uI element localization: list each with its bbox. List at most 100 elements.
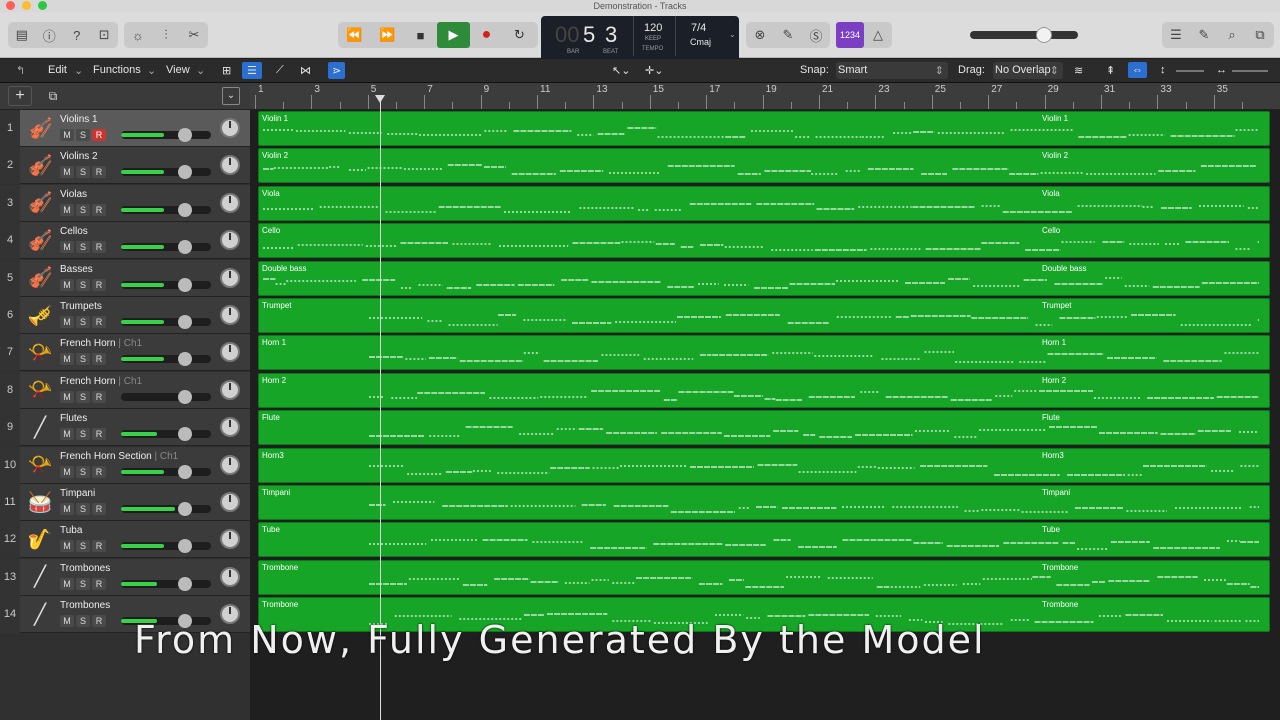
midi-region[interactable]: Tube Tube	[258, 522, 1270, 558]
mute-button[interactable]: M	[60, 353, 74, 366]
browser-icon[interactable]: ⧉	[1246, 22, 1274, 48]
solo-button[interactable]: S	[76, 428, 90, 441]
master-volume-knob[interactable]	[1036, 27, 1052, 43]
record-enable-button[interactable]: R	[92, 615, 106, 628]
track-header-row[interactable]: 10 📯 French Horn Section | Ch1 M S R	[0, 446, 250, 484]
midi-region[interactable]: Violin 2 Violin 2	[258, 148, 1270, 184]
volume-knob[interactable]	[178, 202, 192, 217]
mute-button[interactable]: M	[60, 428, 74, 441]
midi-region[interactable]: Horn3 Horn3	[258, 447, 1270, 483]
mute-button[interactable]: M	[60, 577, 74, 590]
stop-icon[interactable]: ■	[404, 22, 437, 48]
pan-knob[interactable]	[220, 342, 240, 363]
mute-button[interactable]: M	[60, 203, 74, 216]
pan-knob[interactable]	[220, 305, 240, 325]
volume-knob[interactable]	[178, 315, 192, 329]
volume-knob[interactable]	[178, 427, 192, 442]
volume-slider[interactable]	[121, 464, 211, 479]
volume-slider[interactable]	[121, 277, 211, 292]
track-header-row[interactable]: 6 🎺 Trumpets M S R	[0, 297, 250, 334]
edit-menu[interactable]: Edit	[48, 64, 67, 76]
record-enable-button[interactable]: R	[92, 503, 106, 515]
duplicate-track-icon[interactable]: ⧉	[42, 86, 64, 106]
volume-slider[interactable]	[121, 427, 211, 442]
record-enable-button[interactable]: R	[92, 203, 106, 216]
track-header-row[interactable]: 7 📯 French Horn | Ch1 M S R	[0, 334, 250, 372]
solo-button[interactable]: S	[76, 241, 90, 254]
track-header-row[interactable]: 13 ╱ Trombones M S R	[0, 558, 250, 596]
mute-button[interactable]: M	[60, 390, 74, 403]
volume-knob[interactable]	[178, 576, 192, 591]
record-icon[interactable]: ●	[470, 22, 503, 48]
pan-knob[interactable]	[220, 492, 240, 512]
pan-knob[interactable]	[220, 230, 240, 251]
horizontal-zoom-icon[interactable]: ↔	[1216, 64, 1227, 76]
automation-icon[interactable]: ⟋	[276, 64, 284, 77]
solo-button[interactable]: S	[76, 166, 90, 179]
pan-knob[interactable]	[220, 529, 240, 550]
mute-button[interactable]: M	[60, 166, 74, 179]
volume-slider[interactable]	[121, 576, 211, 591]
pan-knob[interactable]	[220, 454, 240, 475]
bar-ruler[interactable]: 1 3 5 7 9 11 13 15 17 19 21 23 25 27 29 31 33 35	[250, 83, 1280, 110]
track-header-row[interactable]: 8 📯 French Horn | Ch1 M S R	[0, 371, 250, 409]
volume-knob[interactable]	[178, 277, 192, 292]
record-enable-button[interactable]: R	[92, 540, 106, 553]
record-enable-button[interactable]: R	[92, 428, 106, 441]
solo-button[interactable]: S	[76, 316, 90, 328]
solo-button[interactable]: S	[76, 615, 90, 628]
metronome-icon[interactable]: △	[864, 22, 892, 48]
midi-region[interactable]: Cello Cello	[258, 223, 1270, 259]
fast-forward-icon[interactable]: ⏩	[371, 22, 404, 48]
solo-button[interactable]: S	[76, 503, 90, 515]
track-header-row[interactable]: 2 🎻 Violins 2 MSR	[0, 147, 250, 185]
library-icon[interactable]: ▤	[8, 22, 36, 48]
record-enable-button[interactable]: R	[92, 278, 106, 291]
functions-menu[interactable]: Functions	[93, 64, 141, 76]
catch-icon[interactable]: ⋗	[328, 62, 346, 79]
snap-select[interactable]: Smart ⇕	[836, 62, 948, 79]
midi-region[interactable]: Flute Flute	[258, 410, 1270, 446]
solo-mode-icon[interactable]: Ⓢ	[802, 22, 830, 48]
cycle-icon[interactable]: ↻	[503, 22, 536, 48]
volume-knob[interactable]	[178, 389, 192, 404]
horizontal-zoom-slider[interactable]	[1232, 70, 1268, 72]
volume-slider[interactable]	[121, 165, 211, 180]
flex-icon[interactable]: ⋈	[300, 64, 311, 77]
global-tracks-icon[interactable]: ⌄	[222, 87, 240, 105]
mute-button[interactable]: M	[60, 278, 74, 291]
mute-button[interactable]: M	[60, 540, 74, 553]
mute-button[interactable]: M	[60, 465, 74, 478]
pan-knob[interactable]	[220, 417, 240, 438]
count-in-button[interactable]: 1234	[836, 22, 864, 48]
record-enable-button[interactable]: R	[92, 577, 106, 590]
record-enable-button[interactable]: R	[92, 241, 106, 254]
lcd-display[interactable]: 00 5 3 BAR BEAT 120 KEEP TEMPO 7/4 Cmaj …	[541, 16, 739, 64]
pointer-tool-icon[interactable]: ↖⌄	[612, 64, 630, 77]
zoom-fit-icon[interactable]: ⇔	[1128, 62, 1147, 78]
pan-knob[interactable]	[220, 118, 240, 138]
mute-button[interactable]: M	[60, 129, 74, 141]
volume-knob[interactable]	[178, 128, 192, 142]
volume-slider[interactable]	[121, 539, 211, 554]
master-volume-slider[interactable]	[970, 27, 1078, 43]
back-arrow-icon[interactable]: ↰	[16, 64, 25, 77]
midi-region[interactable]: Horn 1 Horn 1	[258, 335, 1270, 371]
mute-button[interactable]: M	[60, 241, 74, 254]
vertical-zoom-icon[interactable]: ↕	[1160, 64, 1166, 76]
record-enable-button[interactable]: R	[92, 316, 106, 328]
volume-knob[interactable]	[178, 165, 192, 180]
midi-region[interactable]: Trombone Trombone	[258, 559, 1270, 595]
fit-icon[interactable]: ⇞	[1106, 64, 1115, 77]
track-header-row[interactable]: 5 🎻 Basses M S R	[0, 259, 250, 297]
drag-select[interactable]: No Overlap ⇕	[993, 62, 1063, 79]
volume-knob[interactable]	[178, 352, 192, 367]
toolbar-icon[interactable]: ⊡	[91, 22, 119, 48]
solo-button[interactable]: S	[76, 465, 90, 478]
lcd-chevron-icon[interactable]: ⌄	[729, 30, 736, 39]
record-enable-button[interactable]: R	[92, 166, 106, 179]
pencil-icon[interactable]: ✎	[774, 22, 802, 48]
notepad-icon[interactable]: ✎	[1190, 22, 1218, 48]
solo-button[interactable]: S	[76, 390, 90, 403]
volume-slider[interactable]	[121, 502, 211, 516]
